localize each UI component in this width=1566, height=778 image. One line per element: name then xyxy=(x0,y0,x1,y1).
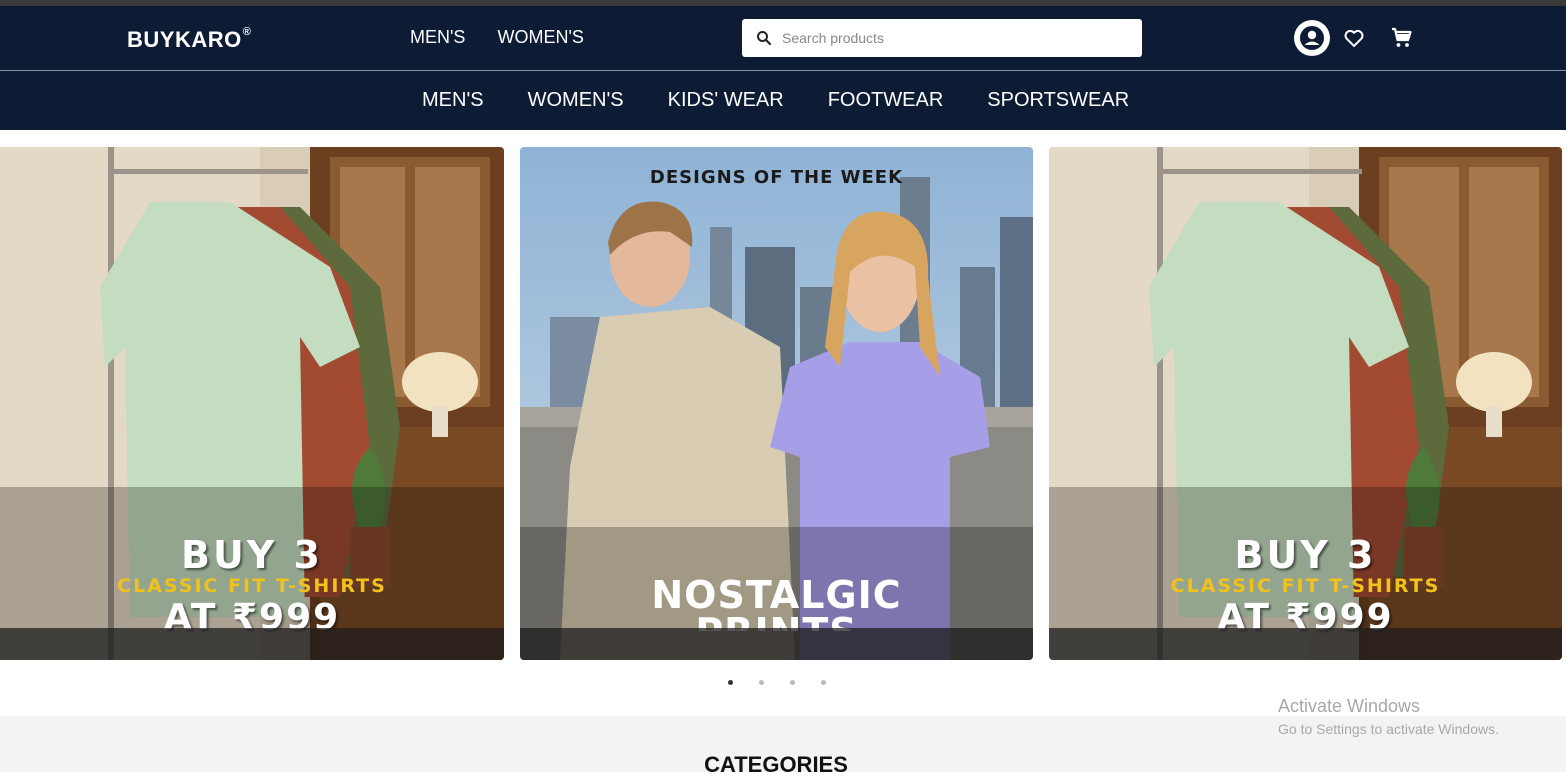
carousel-dots xyxy=(728,680,826,685)
category-nav-womens[interactable]: WOMEN'S xyxy=(528,89,624,112)
search-icon[interactable] xyxy=(755,29,773,47)
windows-activation-watermark: Activate Windows Go to Settings to activ… xyxy=(1278,696,1499,737)
site-header: BUYKARO® MEN'S WOMEN'S xyxy=(0,6,1566,70)
category-nav-footwear[interactable]: FOOTWEAR xyxy=(828,89,944,112)
carousel-dot-2[interactable] xyxy=(759,680,764,685)
watermark-line-2: Go to Settings to activate Windows. xyxy=(1278,721,1499,737)
category-nav: MEN'S WOMEN'S KIDS' WEAR FOOTWEAR SPORTS… xyxy=(0,71,1566,130)
categories-heading: CATEGORIES xyxy=(704,752,848,777)
carousel-dot-1[interactable] xyxy=(728,680,733,685)
brand-logo-text: BUYKARO xyxy=(127,27,242,52)
search-input[interactable] xyxy=(782,28,1132,48)
carousel-slide-1[interactable]: BUY 3 CLASSIC FIT T-SHIRTS AT ₹999 xyxy=(0,147,504,660)
category-nav-kids-wear[interactable]: KIDS' WEAR xyxy=(668,89,784,112)
promo-line-1: BUY 3 xyxy=(180,533,323,577)
slide-bottom-bar xyxy=(0,628,504,660)
header-nav-womens[interactable]: WOMEN'S xyxy=(497,27,583,48)
heart-icon[interactable] xyxy=(1342,26,1366,50)
slide-heading-line-1: NOSTALGIC xyxy=(651,573,902,617)
header-nav: MEN'S WOMEN'S xyxy=(410,27,584,48)
search-box xyxy=(742,19,1142,57)
header-nav-mens[interactable]: MEN'S xyxy=(410,27,465,48)
carousel-slide-2[interactable]: DESIGNS OF THE WEEK NOSTALGIC PRINTS xyxy=(520,147,1033,660)
category-nav-mens[interactable]: MEN'S xyxy=(422,89,484,112)
cart-icon[interactable] xyxy=(1390,26,1414,50)
watermark-line-1: Activate Windows xyxy=(1278,696,1421,716)
slide-bottom-bar xyxy=(1049,628,1562,660)
account-icon[interactable] xyxy=(1294,20,1330,56)
registered-mark: ® xyxy=(242,26,252,38)
promo-line-1: BUY 3 xyxy=(1234,533,1377,577)
carousel-dot-3[interactable] xyxy=(790,680,795,685)
category-nav-sportswear[interactable]: SPORTSWEAR xyxy=(987,89,1129,112)
header-actions xyxy=(1294,20,1414,56)
slide-bottom-bar xyxy=(520,628,1033,660)
promo-line-2: CLASSIC FIT T-SHIRTS xyxy=(117,575,387,597)
slide-title: DESIGNS OF THE WEEK xyxy=(649,167,904,188)
promo-line-2: CLASSIC FIT T-SHIRTS xyxy=(1170,575,1441,597)
carousel-slide-3[interactable]: BUY 3 CLASSIC FIT T-SHIRTS AT ₹999 xyxy=(1049,147,1562,660)
brand-logo[interactable]: BUYKARO® xyxy=(127,26,251,53)
carousel-dot-4[interactable] xyxy=(821,680,826,685)
